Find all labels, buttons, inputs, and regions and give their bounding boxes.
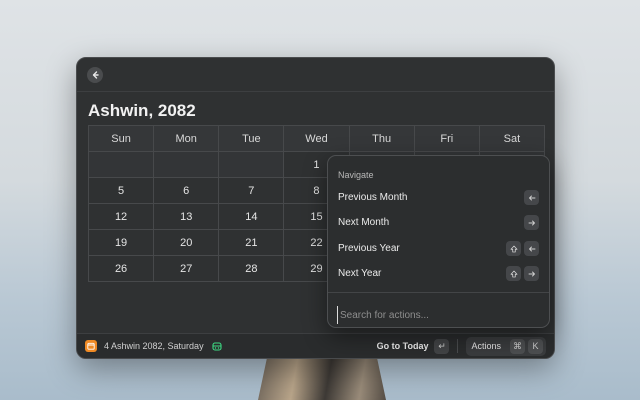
calendar-day-cell[interactable]: 20 [153, 229, 220, 256]
menu-section-heading: Navigate [338, 170, 374, 180]
actions-menu: Navigate Previous Month Next Month Previ… [327, 155, 550, 328]
calendar-day-cell[interactable] [153, 151, 220, 178]
weekday-header: Sun [87, 125, 155, 152]
menu-item-previous-month[interactable]: Previous Month [328, 185, 549, 210]
arrow-left-icon [524, 241, 539, 256]
actions-button[interactable]: Actions ⌘ K [466, 336, 546, 356]
search-actions-input[interactable] [337, 306, 537, 324]
menu-item-label: Previous Month [338, 192, 408, 203]
enter-key-hint: ↵ [434, 338, 450, 354]
top-bar [77, 58, 554, 92]
shift-icon [506, 266, 521, 281]
page-title: Ashwin, 2082 [88, 101, 196, 120]
k-key-hint: K [528, 338, 543, 354]
back-button[interactable] [87, 67, 103, 83]
weekday-header: Sat [478, 125, 546, 152]
weekday-header-row: Sun Mon Tue Wed Thu Fri Sat [87, 125, 546, 152]
calendar-day-cell[interactable]: 27 [153, 255, 220, 282]
arrow-left-icon [524, 190, 539, 205]
go-to-today-button[interactable]: Go to Today [377, 341, 429, 351]
calendar-day-cell[interactable]: 26 [87, 255, 155, 282]
shift-icon [506, 241, 521, 256]
selected-date-text: 4 Ashwin 2082, Saturday [104, 341, 204, 351]
weekday-header: Mon [153, 125, 220, 152]
weekday-header: Wed [283, 125, 350, 152]
menu-item-label: Next Year [338, 268, 382, 279]
calendar-day-cell[interactable]: 14 [218, 203, 285, 230]
menu-divider [328, 292, 549, 293]
calendar-day-cell[interactable]: 12 [87, 203, 155, 230]
menu-item-label: Next Month [338, 217, 390, 228]
calendar-day-cell[interactable]: 28 [218, 255, 285, 282]
calendar-day-cell[interactable]: 7 [218, 177, 285, 204]
menu-item-previous-year[interactable]: Previous Year [328, 236, 549, 261]
footer-divider [457, 339, 459, 353]
arrow-left-icon [92, 71, 99, 79]
calendar-day-cell[interactable]: 5 [87, 177, 155, 204]
calendar-day-cell[interactable]: 21 [218, 229, 285, 256]
calendar-day-cell[interactable]: 6 [153, 177, 220, 204]
arrow-right-icon [524, 266, 539, 281]
command-key-hint: ⌘ [510, 338, 525, 354]
robot-icon [212, 342, 222, 351]
calendar-day-cell[interactable] [218, 151, 285, 178]
background-rock [258, 352, 386, 400]
status-bar: 4 Ashwin 2082, Saturday Go to Today ↵ Ac… [77, 333, 554, 358]
calendar-icon [85, 340, 97, 352]
arrow-right-icon [524, 215, 539, 230]
weekday-header: Fri [413, 125, 480, 152]
weekday-header: Thu [348, 125, 415, 152]
actions-label: Actions [471, 341, 501, 351]
calendar-day-cell[interactable] [87, 151, 155, 178]
menu-item-next-month[interactable]: Next Month [328, 210, 549, 235]
weekday-header: Tue [218, 125, 285, 152]
calendar-day-cell[interactable]: 13 [153, 203, 220, 230]
calendar-day-cell[interactable]: 19 [87, 229, 155, 256]
menu-item-label: Previous Year [338, 243, 400, 254]
menu-item-next-year[interactable]: Next Year [328, 261, 549, 286]
